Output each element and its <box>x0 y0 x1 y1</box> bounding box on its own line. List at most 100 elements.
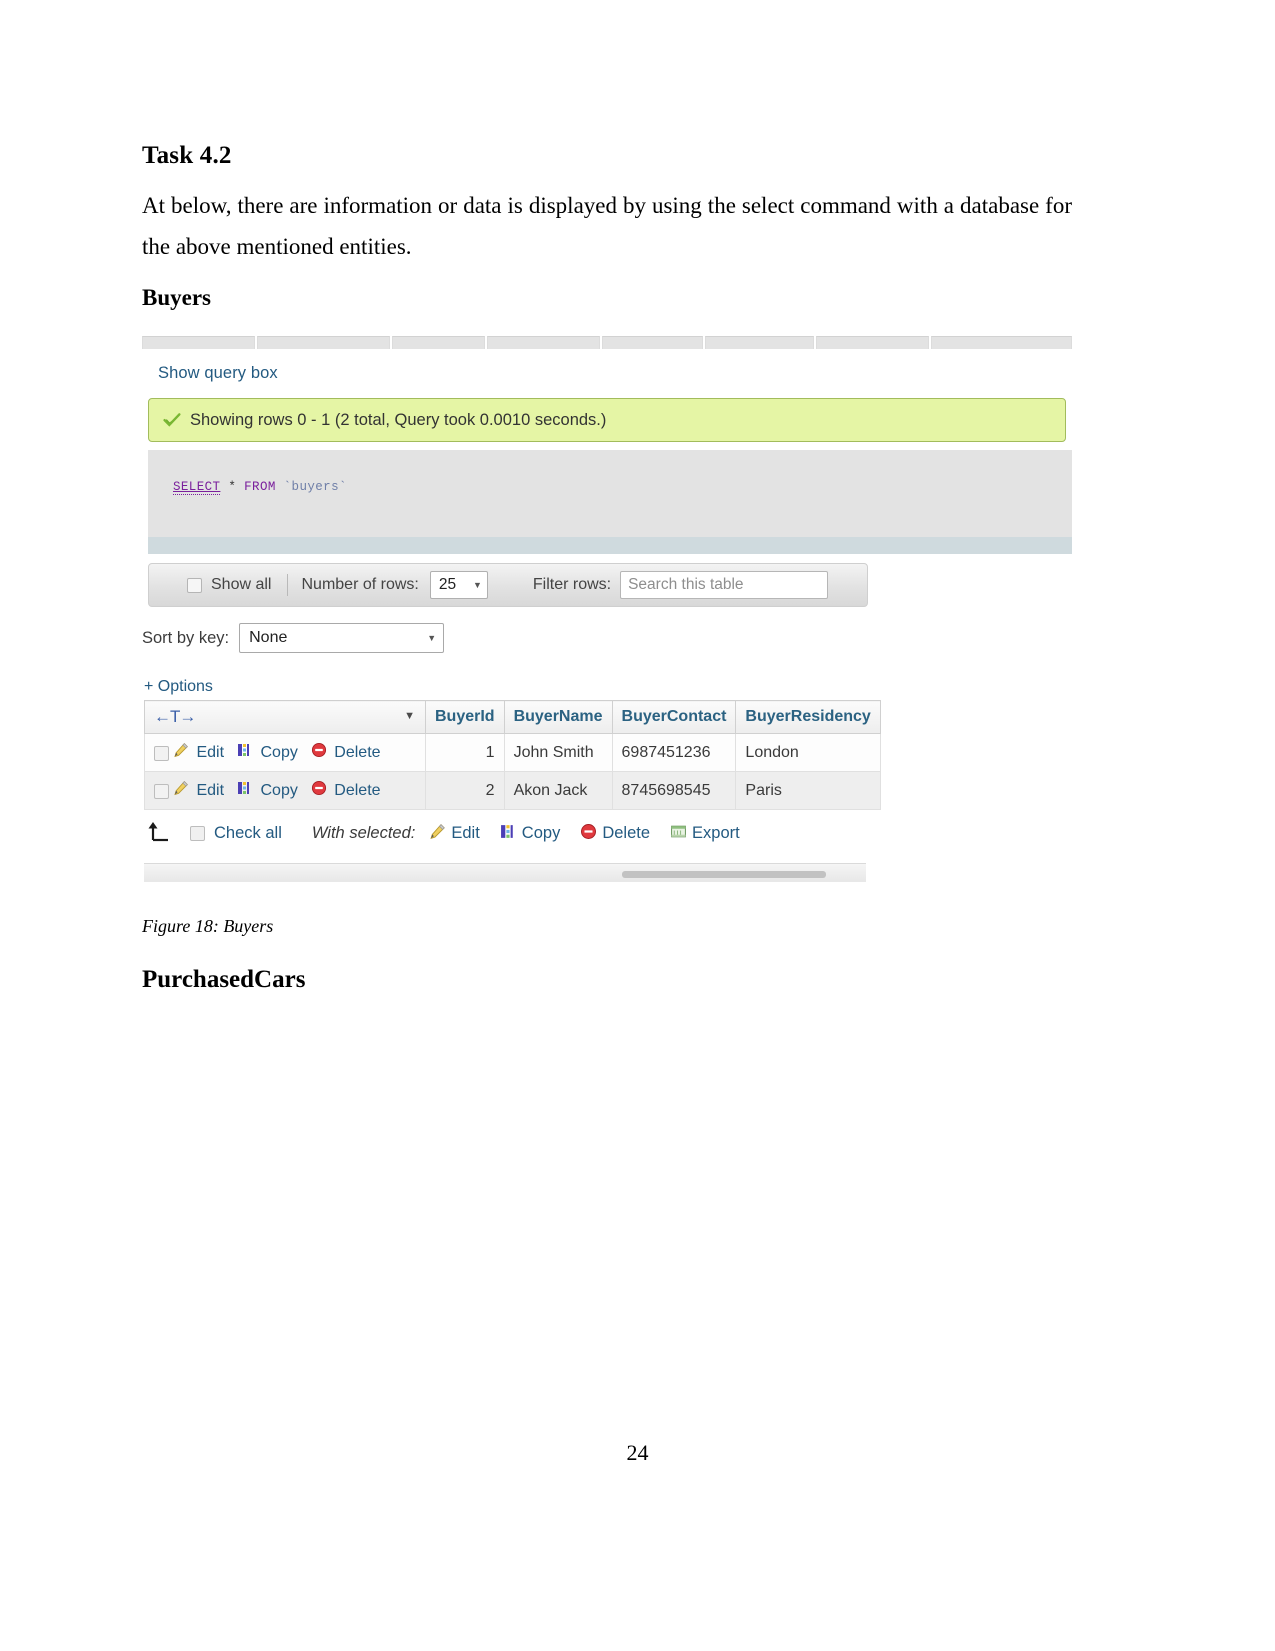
sql-query-panel: SELECT * FROM `buyers` <box>148 450 1072 537</box>
options-toggle-link[interactable]: + Options <box>144 678 213 696</box>
cell-buyername: Akon Jack <box>503 771 613 810</box>
tab-item[interactable] <box>142 336 256 349</box>
cell-buyercontact: 8745698545 <box>611 771 737 810</box>
tab-item[interactable] <box>816 336 930 349</box>
page-number: 24 <box>626 1440 649 1465</box>
sql-query-text: SELECT * FROM `buyers` <box>173 480 347 495</box>
footer-export-action[interactable]: Export <box>670 823 740 845</box>
row-actions-cell: Edit Copy Delete <box>144 733 426 772</box>
tab-item[interactable] <box>602 336 704 349</box>
pencil-icon <box>173 780 189 801</box>
footer-copy-action[interactable]: Copy <box>500 823 561 845</box>
sql-keyword-select: SELECT <box>173 480 221 495</box>
edit-label: Edit <box>196 743 225 761</box>
delete-action[interactable]: Delete <box>311 780 389 801</box>
footer-edit-action[interactable]: Edit <box>429 823 480 845</box>
phpmyadmin-screenshot: Show query box Showing rows 0 - 1 (2 tot… <box>142 333 1072 895</box>
delete-action[interactable]: Delete <box>311 742 389 763</box>
page-title: Task 4.2 <box>142 142 232 169</box>
cell-buyername: John Smith <box>503 733 613 772</box>
number-of-rows-label: Number of rows: <box>301 576 419 593</box>
sort-direction-label: ←T→ <box>154 707 196 726</box>
sql-keyword-from: FROM <box>244 480 276 494</box>
delete-icon <box>580 823 597 845</box>
check-icon <box>163 411 181 429</box>
sql-table-name: `buyers` <box>283 480 347 494</box>
horizontal-scrollbar[interactable] <box>144 863 866 882</box>
copy-action[interactable]: Copy <box>237 742 306 763</box>
edit-action[interactable]: Edit <box>173 742 233 763</box>
number-of-rows-select[interactable]: 25 ▼ <box>429 571 488 599</box>
chevron-down-icon[interactable]: ▼ <box>404 710 415 722</box>
filter-rows-input[interactable]: Search this table <box>620 571 829 599</box>
show-all-label: Show all <box>211 576 272 593</box>
column-header-actions[interactable]: ←T→ ▼ <box>144 700 426 734</box>
copy-label: Copy <box>260 781 298 799</box>
chevron-down-icon: ▼ <box>472 580 482 590</box>
edit-action[interactable]: Edit <box>173 780 233 801</box>
tab-item[interactable] <box>257 336 390 349</box>
table-header-row: ←T→ ▼ BuyerId BuyerName BuyerContact Buy… <box>144 700 881 734</box>
footer-edit-label: Edit <box>451 824 480 842</box>
browser-tab-strip <box>142 336 1072 349</box>
tab-item[interactable] <box>931 336 1072 349</box>
row-actions-cell: Edit Copy Delete <box>144 771 426 810</box>
row-checkbox[interactable] <box>154 746 169 762</box>
sort-by-key-label: Sort by key: <box>142 628 230 647</box>
table-row: Edit Copy Delete <box>144 771 881 810</box>
cell-buyerid: 2 <box>425 771 505 810</box>
row-checkbox[interactable] <box>154 784 169 800</box>
sort-by-key-select[interactable]: None ▼ <box>239 623 445 653</box>
export-icon <box>670 823 687 845</box>
copy-icon <box>500 823 517 845</box>
figure-caption: Figure 18: Buyers <box>142 916 274 936</box>
copy-icon <box>237 742 253 763</box>
tab-item[interactable] <box>487 336 601 349</box>
column-header-buyerresidency[interactable]: BuyerResidency <box>735 700 881 734</box>
document-page: Task 4.2 At below, there are information… <box>0 0 1275 1651</box>
chevron-down-icon: ▼ <box>427 633 437 643</box>
with-selected-label: With selected: <box>311 824 416 842</box>
number-of-rows-value: 25 <box>438 576 457 593</box>
column-header-buyercontact[interactable]: BuyerContact <box>611 700 737 734</box>
filter-rows-label: Filter rows: <box>532 576 612 593</box>
sql-panel-footer <box>148 537 1072 554</box>
table-row: Edit Copy Delete <box>144 733 881 772</box>
cell-buyerresidency: London <box>735 733 881 772</box>
scrollbar-thumb[interactable] <box>622 871 826 878</box>
pencil-icon <box>429 823 446 845</box>
divider <box>287 574 289 596</box>
cell-buyerresidency: Paris <box>735 771 881 810</box>
sort-by-key-value: None <box>249 629 288 646</box>
copy-label: Copy <box>260 743 298 761</box>
table-footer-actions: Check all With selected: Edit Copy Delet… <box>144 820 760 847</box>
delete-icon <box>311 780 327 801</box>
cell-buyercontact: 6987451236 <box>611 733 737 772</box>
copy-icon <box>237 780 253 801</box>
footer-delete-label: Delete <box>602 824 651 842</box>
footer-delete-action[interactable]: Delete <box>580 823 650 845</box>
pencil-icon <box>173 742 189 763</box>
delete-icon <box>311 742 327 763</box>
results-control-bar: Show all Number of rows: 25 ▼ Filter row… <box>148 563 868 607</box>
delete-label: Delete <box>334 781 381 799</box>
select-all-arrow-icon[interactable] <box>144 820 174 847</box>
delete-label: Delete <box>334 743 381 761</box>
tab-item[interactable] <box>391 336 486 349</box>
footer-copy-label: Copy <box>521 824 561 842</box>
query-success-banner: Showing rows 0 - 1 (2 total, Query took … <box>148 398 1066 442</box>
column-header-buyerid[interactable]: BuyerId <box>425 700 505 734</box>
show-query-box-link[interactable]: Show query box <box>158 364 278 383</box>
sort-by-key-row: Sort by key: None ▼ <box>142 623 445 653</box>
copy-action[interactable]: Copy <box>237 780 306 801</box>
results-table: ←T→ ▼ BuyerId BuyerName BuyerContact Buy… <box>144 700 881 810</box>
query-success-message: Showing rows 0 - 1 (2 total, Query took … <box>190 410 607 429</box>
tab-item[interactable] <box>705 336 815 349</box>
intro-paragraph: At below, there are information or data … <box>142 193 1072 259</box>
check-all-label[interactable]: Check all <box>214 824 282 843</box>
column-header-buyername[interactable]: BuyerName <box>503 700 613 734</box>
check-all-checkbox[interactable] <box>190 826 205 841</box>
show-all-checkbox[interactable] <box>187 577 202 593</box>
section-heading-purchasedcars: PurchasedCars <box>142 966 306 993</box>
section-heading-buyers: Buyers <box>142 285 211 310</box>
